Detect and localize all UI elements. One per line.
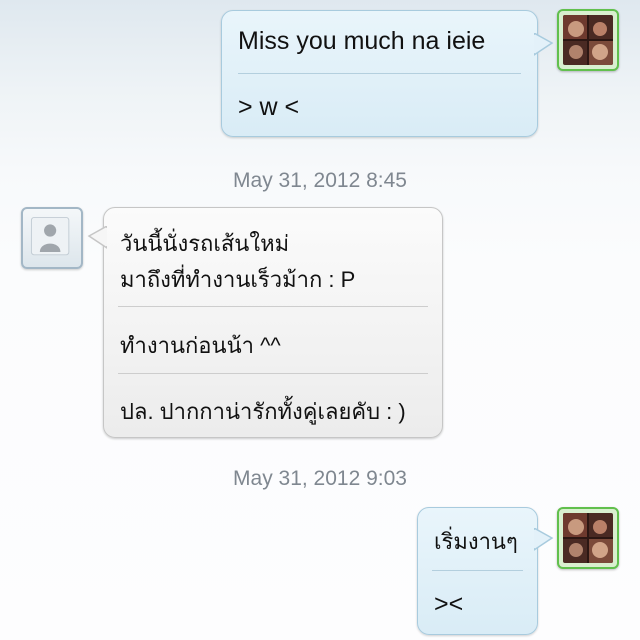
message-divider [118, 373, 428, 374]
message-text: มาถึงที่ทำงานเร็วม้าก : P [120, 267, 356, 292]
message-bubble-outgoing[interactable]: Miss you much na ieie > w < [221, 10, 554, 137]
message-bubble-outgoing[interactable]: เริ่มงานๆ >< [417, 507, 554, 635]
chat-transcript[interactable]: Miss you much na ieie > w < May 31, 2012… [0, 0, 640, 640]
bubble-tail [534, 33, 554, 56]
message-divider [118, 306, 428, 307]
message-bubble-incoming[interactable]: วันนี้นั่งรถเส้นใหม่ มาถึงที่ทำงานเร็วม้… [87, 207, 443, 438]
message-timestamp: May 31, 2012 8:45 [233, 169, 407, 192]
message-text: >< [434, 590, 464, 618]
message-text: เริ่มงานๆ [434, 529, 518, 554]
message-text: Miss you much na ieie [238, 27, 486, 55]
friend-avatar[interactable] [557, 507, 619, 569]
message-text: ปล. ปากกาน่ารักทั้งคู่เลยคับ : ) [120, 399, 406, 424]
message-timestamp: May 31, 2012 9:03 [233, 467, 407, 490]
person-silhouette-icon [30, 216, 70, 256]
message-divider [432, 570, 523, 571]
friend-avatar[interactable] [557, 9, 619, 71]
message-text: > w < [238, 93, 300, 121]
message-divider [238, 73, 521, 74]
profile-photo-icon [563, 513, 613, 563]
contact-avatar[interactable] [21, 207, 83, 269]
message-text: วันนี้นั่งรถเส้นใหม่ [120, 231, 290, 256]
bubble-tail [87, 226, 107, 249]
profile-photo-icon [563, 15, 613, 65]
message-text: ทำงานก่อนน้า ^^ [120, 333, 281, 358]
bubble-tail [534, 528, 554, 551]
